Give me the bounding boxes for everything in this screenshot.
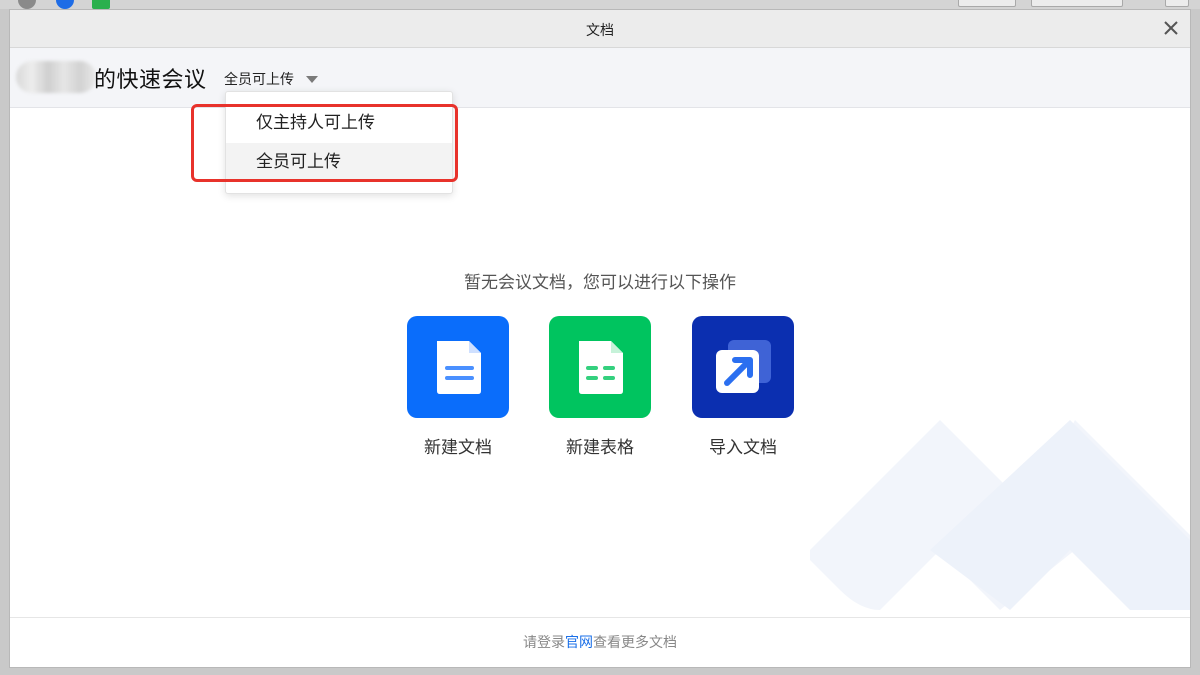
meeting-header: 的快速会议 全员可上传 — [10, 48, 1190, 108]
toolbar-button — [1165, 0, 1189, 7]
new-doc-tile — [407, 316, 509, 418]
new-doc-label: 新建文档 — [424, 438, 492, 458]
toolbar-button — [958, 0, 1016, 7]
new-sheet-button[interactable]: 新建表格 — [549, 316, 651, 458]
new-sheet-tile — [549, 316, 651, 418]
close-icon — [1164, 21, 1178, 35]
import-doc-icon — [716, 340, 771, 393]
app-icon — [56, 0, 74, 9]
new-sheet-icon — [579, 341, 623, 394]
new-doc-button[interactable]: 新建文档 — [407, 316, 509, 458]
official-site-link[interactable]: 官网 — [565, 635, 593, 651]
empty-state-message: 暂无会议文档，您可以进行以下操作 — [464, 273, 736, 293]
import-doc-label: 导入文档 — [709, 438, 777, 458]
chevron-down-icon — [306, 75, 318, 83]
blurred-username — [16, 61, 96, 93]
toolbar-button — [1031, 0, 1123, 7]
title-bar: 文档 — [10, 10, 1190, 48]
footer-text-after: 查看更多文档 — [593, 635, 677, 651]
annotation-highlight — [191, 104, 458, 182]
upload-permission-dropdown[interactable]: 全员可上传 — [224, 66, 318, 92]
footer: 请登录官网查看更多文档 — [10, 617, 1190, 667]
documents-window: 文档 的快速会议 全员可上传 仅主持人可上传 全员可上传 暂无会议文档，您可以进… — [9, 9, 1191, 668]
import-doc-button[interactable]: 导入文档 — [692, 316, 794, 458]
background-taskbar — [0, 0, 1200, 9]
meeting-title: 的快速会议 — [94, 68, 207, 93]
window-title: 文档 — [586, 23, 614, 39]
footer-text: 请登录官网查看更多文档 — [10, 632, 1190, 652]
new-sheet-label: 新建表格 — [566, 438, 634, 458]
background-logo-watermark — [810, 420, 1190, 610]
app-icon — [18, 0, 36, 9]
close-button[interactable] — [1160, 17, 1182, 39]
import-doc-tile — [692, 316, 794, 418]
new-doc-icon — [437, 341, 481, 394]
upload-permission-value: 全员可上传 — [224, 72, 294, 88]
app-icon — [92, 0, 110, 9]
footer-text-before: 请登录 — [523, 635, 565, 651]
